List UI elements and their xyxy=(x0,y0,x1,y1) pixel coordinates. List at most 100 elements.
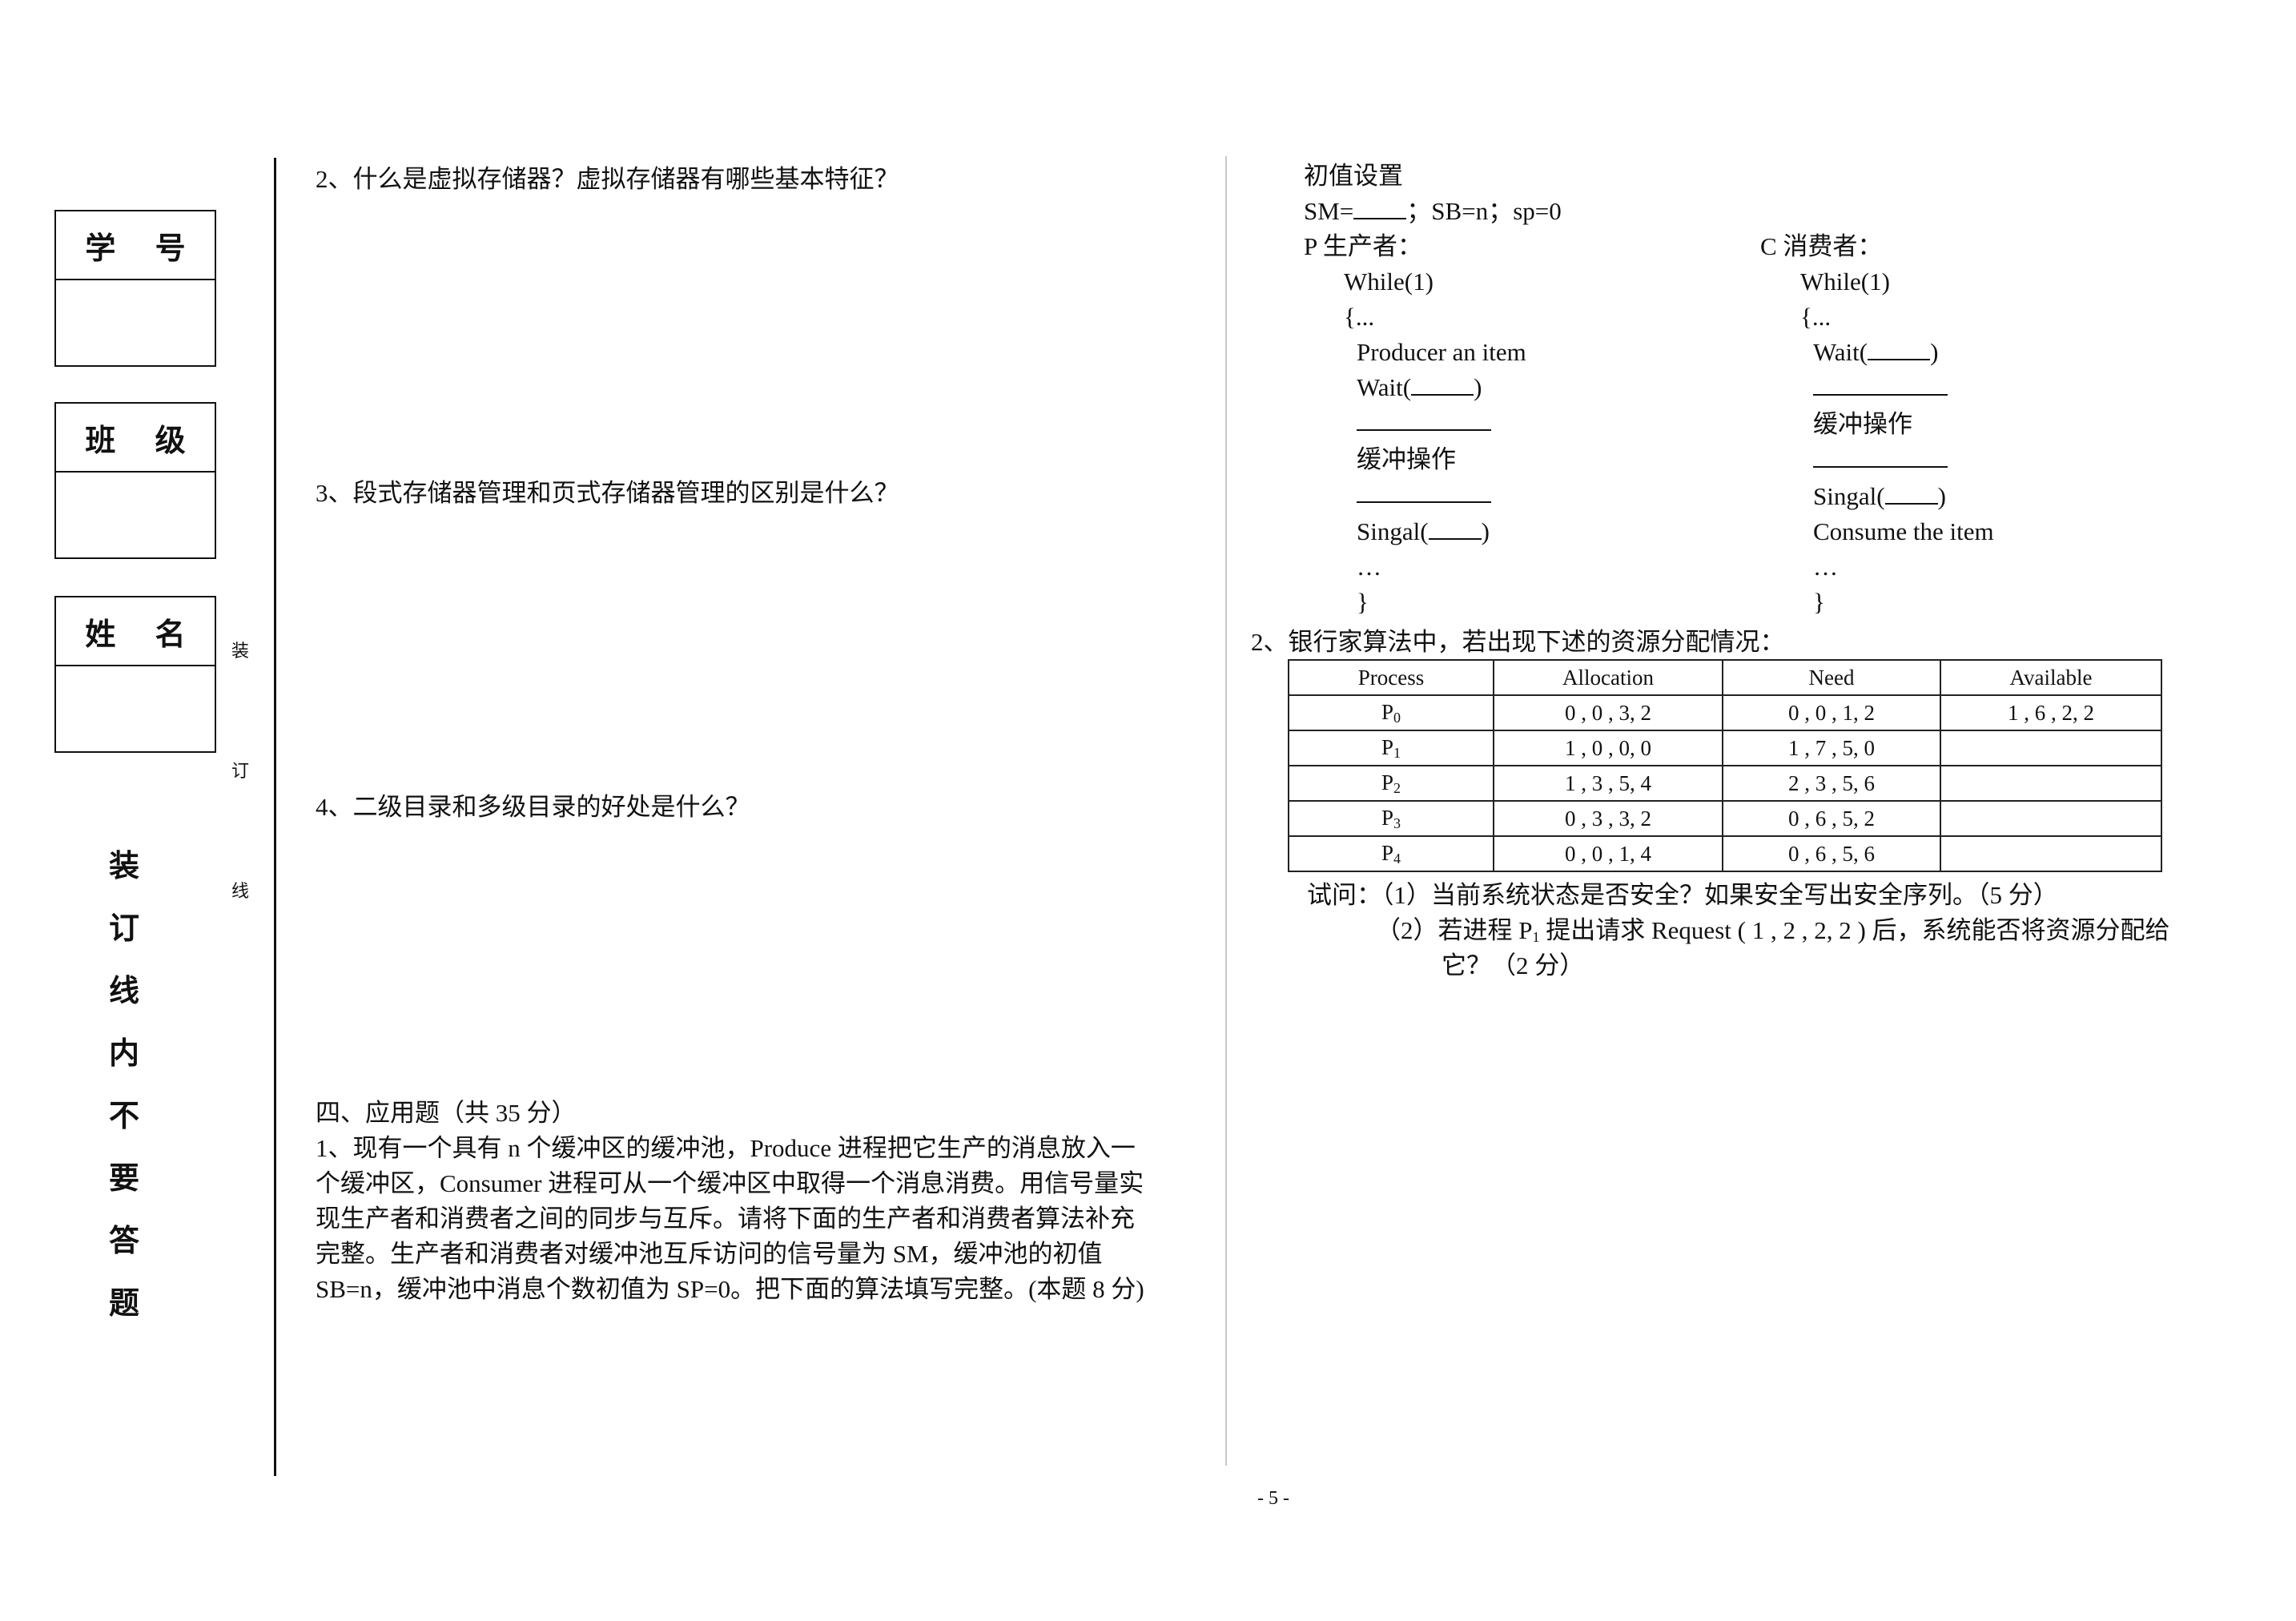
allocation-cell: 0 , 0 , 3, 2 xyxy=(1493,694,1723,731)
consumer-ellipsis: … xyxy=(1813,553,1838,581)
student-id-field[interactable] xyxy=(56,280,215,365)
consumer-signal: Singal() xyxy=(1760,479,1994,514)
header-allocation: Allocation xyxy=(1493,659,1723,696)
application-section: 四、应用题（共 35 分） 1、现有一个具有 n 个缓冲区的缓冲池，Produc… xyxy=(316,1096,1212,1307)
table-row: P4 0 , 0 , 1, 4 0 , 6 , 5, 6 xyxy=(1288,835,2162,872)
warning-char: 线 xyxy=(109,973,140,1008)
need-cell: 1 , 7 , 5, 0 xyxy=(1722,730,1941,766)
consumer-consume: Consume the item xyxy=(1813,517,1994,545)
allocation-cell: 0 , 3 , 3, 2 xyxy=(1493,800,1723,837)
sm-blank[interactable] xyxy=(1353,197,1407,219)
init-rest: ；SB=n；sp=0 xyxy=(1406,197,1562,225)
available-cell: 1 , 6 , 2, 2 xyxy=(1940,694,2162,731)
table-row: P3 0 , 3 , 3, 2 0 , 6 , 5, 2 xyxy=(1288,800,2162,837)
available-cell xyxy=(1940,800,2162,837)
allocation-cell: 0 , 0 , 1, 4 xyxy=(1493,835,1723,872)
paren: ) xyxy=(1481,517,1490,545)
app-q1-line: SB=n，缓冲池中消息个数初值为 SP=0。把下面的算法填写完整。(本题 8 分… xyxy=(316,1275,1144,1303)
class-field[interactable] xyxy=(56,473,215,557)
binding-mark-char: 线 xyxy=(231,882,250,902)
need-cell: 0 , 0 , 1, 2 xyxy=(1722,694,1941,731)
allocation-cell: 1 , 0 , 0, 0 xyxy=(1493,730,1723,766)
signal-label: Singal( xyxy=(1357,517,1429,545)
warning-char: 答 xyxy=(109,1223,140,1258)
app-q1-line: 完整。生产者和消费者对缓冲池互斥访问的信号量为 SM，缓冲池的初值 xyxy=(316,1240,1103,1268)
producer-blank-line-2[interactable] xyxy=(1357,477,1491,503)
consumer-blank-line-1[interactable] xyxy=(1813,370,1948,396)
question-2: 2、什么是虚拟存储器？虚拟存储器有哪些基本特征？ xyxy=(316,165,899,193)
init-title: 初值设置 xyxy=(1304,162,1403,190)
consumer-wait: Wait() xyxy=(1760,335,1994,370)
paren: ) xyxy=(1937,482,1946,510)
table-row: P2 1 , 3 , 5, 4 2 , 3 , 5, 6 xyxy=(1288,765,2162,802)
allocation-cell: 1 , 3 , 5, 4 xyxy=(1493,765,1723,802)
page-number: - 5 - xyxy=(1257,1488,1289,1509)
consumer-block: C 消费者： While(1) {... Wait() 缓冲操作 Singal(… xyxy=(1760,229,1994,620)
consumer-title: C 消费者： xyxy=(1760,232,1883,260)
header-process: Process xyxy=(1288,659,1494,696)
producer-open: {... xyxy=(1344,303,1375,331)
process-cell: P4 xyxy=(1288,835,1494,872)
producer-close: } xyxy=(1357,588,1369,616)
warning-char: 订 xyxy=(109,911,140,946)
producer-wait-blank[interactable] xyxy=(1411,373,1474,396)
warning-char: 内 xyxy=(109,1036,140,1071)
producer-while: While(1) xyxy=(1344,267,1433,296)
sub-q2-pre: （2）若进程 P xyxy=(1376,916,1533,944)
producer-buffer-op: 缓冲操作 xyxy=(1357,445,1456,473)
name-field[interactable] xyxy=(56,666,215,751)
warning-char: 装 xyxy=(109,848,140,883)
consumer-while: While(1) xyxy=(1800,267,1890,296)
table-header-row: Process Allocation Need Available xyxy=(1288,659,2162,696)
available-cell xyxy=(1940,835,2162,872)
available-cell xyxy=(1940,765,2162,802)
producer-ellipsis: … xyxy=(1357,553,1381,581)
consumer-wait-blank[interactable] xyxy=(1868,338,1931,360)
need-cell: 2 , 3 , 5, 6 xyxy=(1722,765,1941,802)
warning-char: 不 xyxy=(109,1098,140,1133)
producer-title: P 生产者： xyxy=(1304,232,1422,260)
warning-char: 题 xyxy=(109,1285,140,1321)
student-id-label: 学 号 xyxy=(56,211,215,280)
process-cell: P2 xyxy=(1288,765,1494,802)
resource-allocation-table: Process Allocation Need Available P0 0 ,… xyxy=(1288,659,2162,872)
bankers-question-title: 2、银行家算法中，若出现下述的资源分配情况： xyxy=(1251,628,1785,656)
signal-label: Singal( xyxy=(1813,482,1885,510)
consumer-buffer-op: 缓冲操作 xyxy=(1813,410,1912,438)
class-box: 班 级 xyxy=(54,402,216,559)
sub-question-1: 试问：（1）当前系统状态是否安全？如果安全写出安全序列。（5 分） xyxy=(1307,881,2058,909)
producer-blank-line-1[interactable] xyxy=(1357,405,1491,431)
paren: ) xyxy=(1474,373,1482,401)
process-cell: P3 xyxy=(1288,800,1494,837)
app-q1-line: 1、现有一个具有 n 个缓冲区的缓冲池，Produce 进程把它生产的消息放入一 xyxy=(316,1134,1136,1162)
consumer-close: } xyxy=(1813,588,1825,616)
class-label: 班 级 xyxy=(56,404,215,473)
producer-wait: Wait() xyxy=(1304,370,1562,405)
binding-line xyxy=(274,158,276,1476)
sub-q2-post: 提出请求 Request ( 1 , 2 , 2, 2 ) 后，系统能否将资源分… xyxy=(1539,916,2170,944)
available-cell xyxy=(1940,730,2162,766)
student-id-box: 学 号 xyxy=(54,210,216,367)
consumer-blank-line-2[interactable] xyxy=(1813,442,1948,468)
process-cell: P0 xyxy=(1288,694,1494,731)
consumer-signal-blank[interactable] xyxy=(1884,482,1938,505)
app-q1-line: 个缓冲区，Consumer 进程可从一个缓冲区中取得一个消息消费。用信号量实 xyxy=(316,1169,1144,1197)
header-need: Need xyxy=(1722,659,1941,696)
name-box: 姓 名 xyxy=(54,596,216,753)
wait-label: Wait( xyxy=(1357,373,1412,401)
table-row: P0 0 , 0 , 3, 2 0 , 0 , 1, 2 1 , 6 , 2, … xyxy=(1288,694,2162,731)
producer-produce: Producer an item xyxy=(1357,338,1526,366)
paren: ) xyxy=(1930,338,1939,366)
column-divider xyxy=(1225,156,1227,1466)
binding-mark-char: 订 xyxy=(231,762,250,782)
question-3: 3、段式存储器管理和页式存储器管理的区别是什么？ xyxy=(316,479,899,507)
binding-mark-char: 装 xyxy=(231,642,250,662)
init-sm-label: SM= xyxy=(1304,197,1354,225)
warning-char: 要 xyxy=(109,1160,140,1196)
table-row: P1 1 , 0 , 0, 0 1 , 7 , 5, 0 xyxy=(1288,730,2162,766)
consumer-open: {... xyxy=(1800,303,1832,331)
process-cell: P1 xyxy=(1288,730,1494,766)
producer-signal-blank[interactable] xyxy=(1428,517,1482,540)
header-available: Available xyxy=(1940,659,2162,696)
need-cell: 0 , 6 , 5, 6 xyxy=(1722,835,1941,872)
